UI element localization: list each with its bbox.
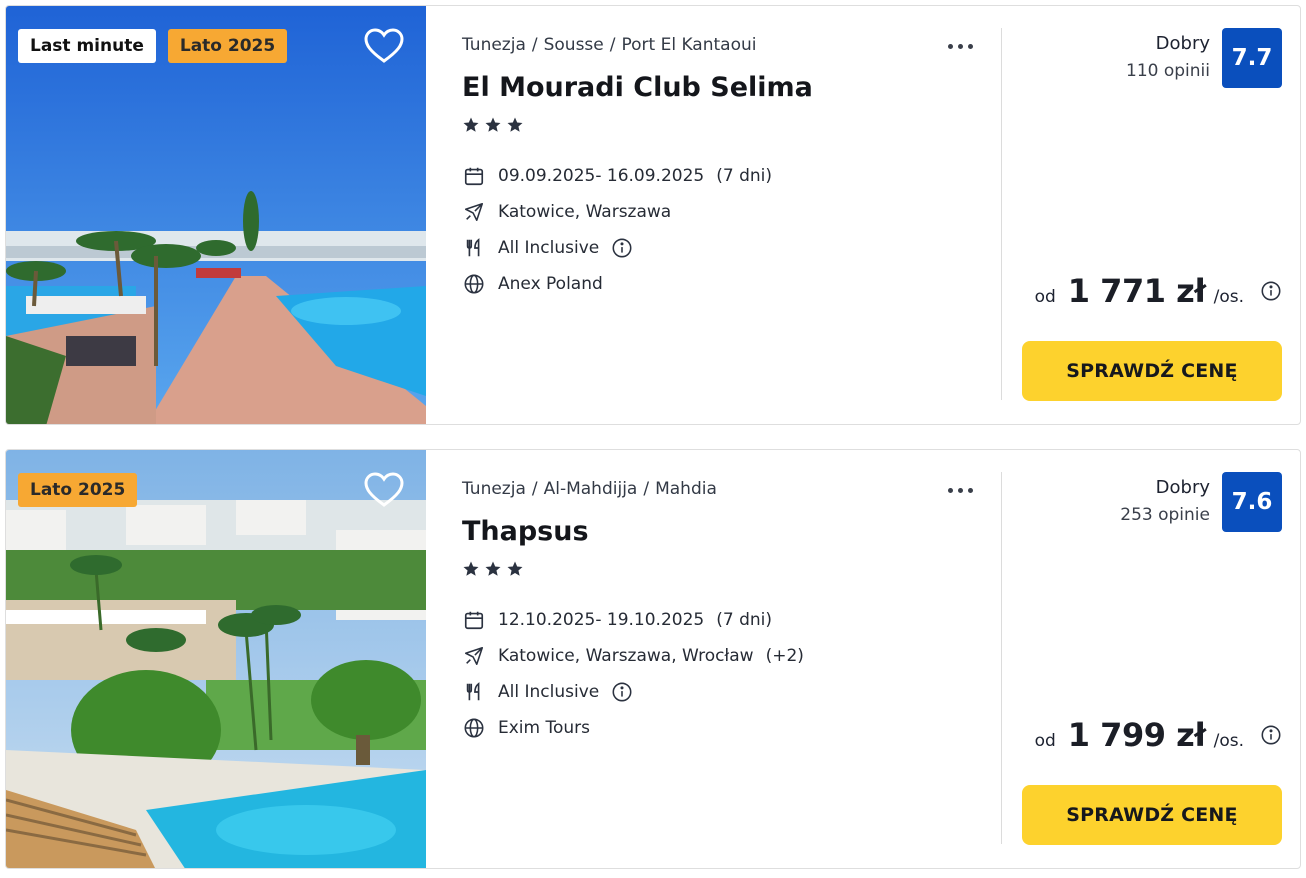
reviews-count[interactable]: 110 opinii — [1126, 61, 1210, 81]
star-icon — [507, 117, 523, 132]
hotel-photo-image — [6, 6, 426, 424]
rating-score: 7.7 — [1222, 28, 1282, 88]
info-icon[interactable] — [1260, 724, 1282, 746]
favorite-button[interactable] — [364, 28, 404, 64]
offer-details: 09.09.2025- 16.09.2025 (7 dni) Katowice,… — [462, 158, 772, 302]
breadcrumb-city[interactable]: Port El Kantaoui — [621, 35, 756, 55]
board-row: All Inclusive — [462, 674, 804, 710]
operator-row: Exim Tours — [462, 710, 804, 746]
star-icon — [485, 561, 501, 576]
board-type: All Inclusive — [498, 238, 600, 258]
price-unit: /os. — [1213, 731, 1244, 751]
breadcrumb-region[interactable]: Al-Mahdijja — [544, 479, 638, 499]
globe-icon — [462, 716, 486, 740]
offer-card: Last minute Lato 2025 Tunezja / Sousse / Por… — [5, 5, 1301, 425]
check-price-button[interactable]: SPRAWDŹ CENĘ — [1022, 341, 1282, 401]
offer-details: 12.10.2025- 19.10.2025 (7 dni) Katowice,… — [462, 602, 804, 746]
price-panel: Dobry 253 opinie 7.6 od 1 799 zł /os. SP… — [1006, 450, 1300, 868]
departure-airports: Katowice, Warszawa — [498, 202, 672, 222]
hotel-photo[interactable]: Last minute Lato 2025 — [6, 6, 426, 424]
more-options-button[interactable] — [944, 480, 976, 500]
star-icon — [507, 561, 523, 576]
more-dots-icon — [947, 487, 953, 493]
board-type: All Inclusive — [498, 682, 600, 702]
star-rating — [462, 560, 524, 578]
hotel-photo[interactable]: Lato 2025 — [6, 450, 426, 868]
price-prefix: od — [1034, 287, 1056, 307]
travel-dates: 12.10.2025- 19.10.2025 — [498, 610, 705, 630]
plane-icon — [462, 200, 486, 224]
breadcrumb-country[interactable]: Tunezja — [462, 35, 526, 55]
price-amount: 1 771 zł — [1067, 272, 1206, 310]
tour-operator: Anex Poland — [498, 274, 603, 294]
tour-operator: Exim Tours — [498, 718, 591, 738]
check-price-button[interactable]: SPRAWDŹ CENĘ — [1022, 785, 1282, 845]
offer-info: Tunezja / Sousse / Port El Kantaoui El Moura… — [462, 6, 1002, 424]
breadcrumb-region[interactable]: Sousse — [544, 35, 604, 55]
breadcrumb-country[interactable]: Tunezja — [462, 479, 526, 499]
info-icon[interactable] — [611, 681, 633, 703]
travel-dates: 09.09.2025- 16.09.2025 — [498, 166, 705, 186]
departures-row: Katowice, Warszawa, Wrocław (+2) — [462, 638, 804, 674]
utensils-icon — [462, 680, 486, 704]
departures-row: Katowice, Warszawa — [462, 194, 772, 230]
offer-card: Lato 2025 Tunezja / Al-Mahdijja / Mahdia Tha… — [5, 449, 1301, 869]
info-icon[interactable] — [611, 237, 633, 259]
badge-group: Lato 2025 — [18, 473, 138, 507]
season-badge: Lato 2025 — [18, 473, 138, 507]
dates-row: 09.09.2025- 16.09.2025 (7 dni) — [462, 158, 772, 194]
breadcrumb: Tunezja / Al-Mahdijja / Mahdia — [462, 479, 717, 499]
price-unit: /os. — [1213, 287, 1244, 307]
divider — [1001, 472, 1002, 844]
trip-duration: (7 dni) — [716, 610, 772, 630]
breadcrumb: Tunezja / Sousse / Port El Kantaoui — [462, 35, 757, 55]
price: od 1 799 zł /os. — [1035, 716, 1282, 754]
offer-list: Last minute Lato 2025 Tunezja / Sousse / Por… — [0, 0, 1306, 878]
star-icon — [463, 117, 479, 132]
hotel-name[interactable]: El Mouradi Club Selima — [462, 72, 813, 103]
departure-airports: Katowice, Warszawa, Wrocław — [498, 646, 754, 666]
calendar-icon — [462, 164, 486, 188]
hotel-name[interactable]: Thapsus — [462, 516, 589, 547]
utensils-icon — [462, 236, 486, 260]
divider — [1001, 28, 1002, 400]
plane-icon — [462, 644, 486, 668]
star-icon — [485, 117, 501, 132]
season-badge: Lato 2025 — [167, 29, 288, 63]
dates-row: 12.10.2025- 19.10.2025 (7 dni) — [462, 602, 804, 638]
last-minute-badge: Last minute — [18, 29, 156, 63]
heart-icon — [364, 28, 404, 63]
star-rating — [462, 116, 524, 134]
board-row: All Inclusive — [462, 230, 772, 266]
star-icon — [463, 561, 479, 576]
more-departures[interactable]: (+2) — [766, 646, 804, 666]
info-icon[interactable] — [1260, 280, 1282, 302]
price-prefix: od — [1034, 731, 1056, 751]
more-dots-icon — [947, 43, 953, 49]
calendar-icon — [462, 608, 486, 632]
price: od 1 771 zł /os. — [1035, 272, 1282, 310]
more-options-button[interactable] — [944, 36, 976, 56]
trip-duration: (7 dni) — [716, 166, 772, 186]
favorite-button[interactable] — [364, 472, 404, 508]
operator-row: Anex Poland — [462, 266, 772, 302]
reviews-count[interactable]: 253 opinie — [1120, 505, 1210, 525]
rating-word: Dobry — [1155, 477, 1210, 498]
breadcrumb-city[interactable]: Mahdia — [655, 479, 717, 499]
price-panel: Dobry 110 opinii 7.7 od 1 771 zł /os. SP… — [1006, 6, 1300, 424]
rating-score: 7.6 — [1222, 472, 1282, 532]
rating-word: Dobry — [1155, 33, 1210, 54]
heart-icon — [364, 472, 404, 507]
price-amount: 1 799 zł — [1067, 716, 1206, 754]
globe-icon — [462, 272, 486, 296]
offer-info: Tunezja / Al-Mahdijja / Mahdia Thapsus 12.10… — [462, 450, 1002, 868]
badge-group: Last minute Lato 2025 — [18, 29, 288, 63]
hotel-photo-image — [6, 450, 426, 868]
